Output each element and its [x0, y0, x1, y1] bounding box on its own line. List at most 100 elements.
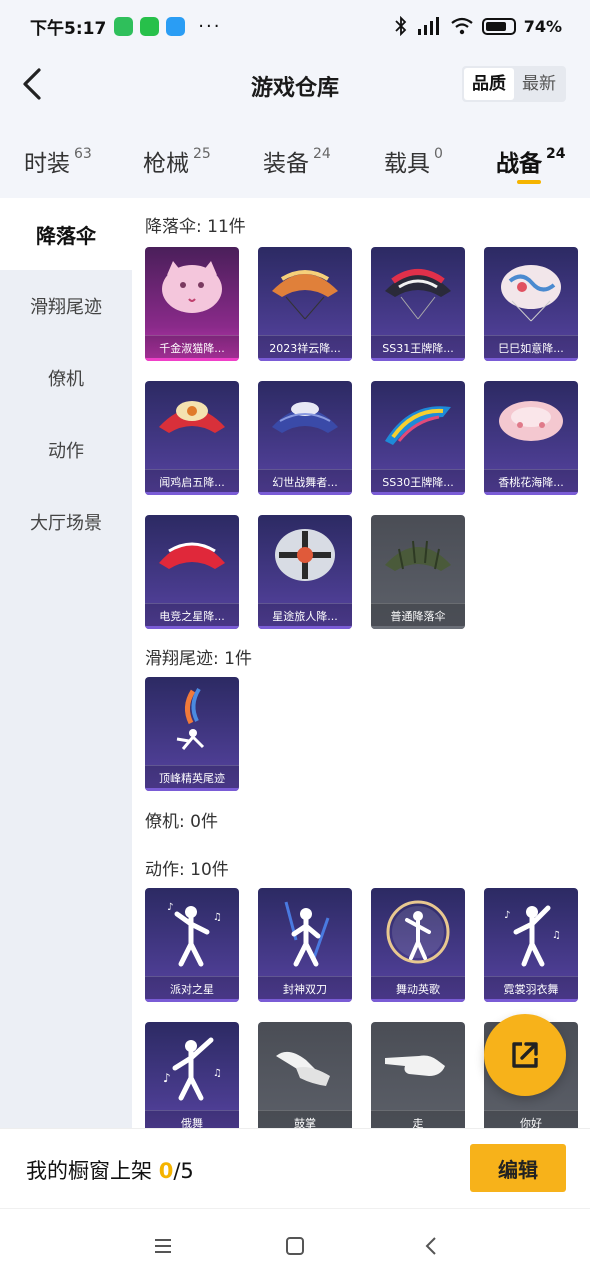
svg-text:♫: ♫ — [213, 912, 222, 923]
system-nav-bar — [0, 1208, 590, 1280]
showcase-label: 我的橱窗上架 — [26, 1159, 159, 1183]
item-card[interactable]: 星途旅人降... — [258, 515, 352, 629]
item-card[interactable]: ♪ ♫ 派对之星 — [145, 888, 239, 1002]
item-name: 走 — [371, 1110, 465, 1128]
rarity-bar — [258, 492, 352, 495]
nav-home-button[interactable] — [280, 1231, 310, 1261]
inventory-content: 降落伞: 11件 千金淑猫降... 2023祥云降... SS31王牌降... … — [132, 198, 590, 1128]
sidebar-item-emote[interactable]: 动作 — [0, 414, 132, 486]
tab-firearms[interactable]: 枪械 25 — [143, 144, 211, 178]
phone-app-icon — [114, 16, 134, 36]
sidebar-item-parachute[interactable]: 降落伞 — [0, 198, 132, 270]
rarity-bar — [258, 626, 352, 629]
svg-text:♪: ♪ — [163, 1071, 171, 1085]
item-card[interactable]: 2023祥云降... — [258, 247, 352, 361]
parachute-icon — [501, 265, 561, 322]
item-name: 俄舞 — [145, 1110, 239, 1128]
item-card[interactable]: 走 — [371, 1022, 465, 1128]
showcase-bar: 我的橱窗上架 0/5 编辑 — [0, 1128, 590, 1208]
item-card[interactable]: 顶峰精英尾迹 — [145, 677, 239, 791]
parachute-icon — [159, 542, 225, 569]
rarity-bar — [258, 358, 352, 361]
showcase-total: /5 — [173, 1159, 194, 1183]
dancer-icon: ♪♫ — [167, 902, 222, 967]
parachute-icon — [275, 529, 335, 581]
sort-quality-button[interactable]: 品质 — [464, 68, 514, 100]
rarity-bar — [145, 999, 239, 1002]
nav-back-button[interactable] — [416, 1231, 446, 1261]
svg-text:♪: ♪ — [167, 902, 173, 913]
item-card[interactable]: 巳巳如意降... — [484, 247, 578, 361]
tab-label: 战备 — [496, 151, 542, 177]
item-card[interactable]: 闻鸡启五降... — [145, 381, 239, 495]
wifi-icon — [451, 17, 473, 35]
parachute-icon — [272, 270, 338, 320]
tab-equipment[interactable]: 装备 24 — [263, 144, 331, 178]
showcase-current-count: 0 — [158, 1159, 174, 1183]
section-title-emote: 动作: 10件 — [145, 860, 229, 880]
item-card[interactable]: ♪ ♫ 俄舞 — [145, 1022, 239, 1128]
item-card[interactable]: SS31王牌降... — [371, 247, 465, 361]
sidebar-item-lobby-scene[interactable]: 大厅场景 — [0, 486, 132, 558]
edit-button[interactable]: 编辑 — [470, 1144, 566, 1192]
message-app-icon — [166, 16, 186, 36]
svg-text:♫: ♫ — [552, 930, 561, 941]
section-title-parachute: 降落伞: 11件 — [145, 217, 246, 237]
clap-icon — [276, 1051, 330, 1086]
item-card[interactable]: 鼓掌 — [258, 1022, 352, 1128]
parachute-icon — [385, 540, 451, 571]
category-tabs: 时装 63 枪械 25 装备 24 载具 0 战备 24 — [0, 130, 590, 196]
sidebar: 降落伞 滑翔尾迹 僚机 动作 大厅场景 — [0, 198, 132, 1128]
tab-vehicles[interactable]: 载具 0 — [384, 144, 443, 178]
rarity-bar — [371, 492, 465, 495]
wechat-app-icon — [140, 16, 160, 36]
sort-latest-button[interactable]: 最新 — [514, 68, 564, 100]
item-card[interactable]: SS30王牌降... — [371, 381, 465, 495]
rarity-bar — [484, 358, 578, 361]
bubble-dancer-icon — [386, 900, 450, 964]
rarity-bar — [145, 788, 239, 791]
item-card[interactable]: 电竞之星降... — [145, 515, 239, 629]
item-card[interactable]: 幻世战舞者... — [258, 381, 352, 495]
rarity-bar — [145, 358, 239, 361]
sidebar-item-wingman[interactable]: 僚机 — [0, 342, 132, 414]
tab-gear[interactable]: 战备 24 — [496, 144, 565, 178]
parachute-icon — [159, 401, 225, 433]
section-title-trail: 滑翔尾迹: 1件 — [145, 649, 252, 669]
item-name: 鼓掌 — [258, 1110, 352, 1128]
tab-label: 装备 — [263, 151, 309, 177]
parachute-icon — [499, 401, 563, 441]
dancer-icon: ♪♫ — [504, 905, 561, 967]
item-name: 你好 — [484, 1110, 578, 1128]
item-card[interactable]: 舞动英歌 — [371, 888, 465, 1002]
svg-text:♪: ♪ — [504, 910, 510, 921]
share-button[interactable] — [484, 1014, 566, 1096]
glide-trail-icon — [176, 687, 205, 750]
battery-icon — [481, 17, 516, 35]
svg-text:♫: ♫ — [213, 1068, 222, 1079]
share-external-icon — [512, 1042, 538, 1068]
parachute-icon — [385, 269, 451, 320]
status-time: 下午5:17 — [30, 18, 107, 39]
cellular-signal-icon — [417, 17, 439, 35]
rarity-bar — [484, 492, 578, 495]
section-title-wingman: 僚机: 0件 — [145, 812, 218, 832]
item-card[interactable]: 千金淑猫降... — [145, 247, 239, 361]
item-card[interactable]: 香桃花海降... — [484, 381, 578, 495]
item-card[interactable]: 普通降落伞 — [371, 515, 465, 629]
dual-blade-icon — [284, 901, 330, 967]
sidebar-item-glide-trail[interactable]: 滑翔尾迹 — [0, 270, 132, 342]
showcase-status: 我的橱窗上架 0/5 — [26, 1155, 194, 1185]
tab-label: 载具 — [384, 151, 430, 177]
tab-fashion[interactable]: 时装 63 — [24, 144, 92, 178]
rarity-bar — [484, 999, 578, 1002]
nav-menu-button[interactable] — [148, 1231, 178, 1261]
rarity-bar — [371, 999, 465, 1002]
rarity-bar — [258, 999, 352, 1002]
home-square-icon — [286, 1237, 304, 1255]
menu-icon — [155, 1239, 171, 1253]
item-card[interactable]: ♪ ♫ 霓裳羽衣舞 — [484, 888, 578, 1002]
nav-back-icon — [425, 1237, 436, 1255]
tab-count: 25 — [193, 146, 211, 162]
item-card[interactable]: 封神双刀 — [258, 888, 352, 1002]
